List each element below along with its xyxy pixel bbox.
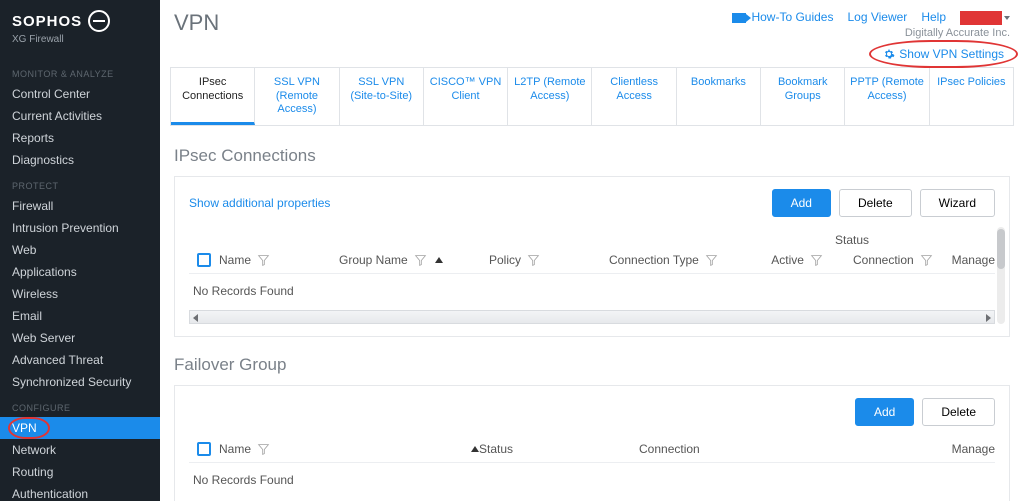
filter-icon[interactable] bbox=[705, 254, 718, 267]
horizontal-scrollbar[interactable] bbox=[189, 310, 995, 324]
vertical-scrollbar[interactable] bbox=[997, 227, 1005, 324]
ipsec-wizard-button[interactable]: Wizard bbox=[920, 189, 995, 217]
redacted-icon bbox=[960, 11, 1002, 25]
filter-icon[interactable] bbox=[257, 254, 270, 267]
failover-panel: Add Delete Name Status Connection Manage… bbox=[174, 385, 1010, 501]
col-status: Status bbox=[835, 233, 869, 247]
brand-sub: XG Firewall bbox=[12, 34, 148, 45]
nav-sync-security[interactable]: Synchronized Security bbox=[0, 371, 160, 393]
gear-icon bbox=[883, 48, 895, 60]
ipsec-grid: Name Group Name Policy Connection Type S… bbox=[189, 227, 995, 324]
nav-web-server[interactable]: Web Server bbox=[0, 327, 160, 349]
nav-ips[interactable]: Intrusion Prevention bbox=[0, 217, 160, 239]
brand-name: SOPHOS bbox=[12, 13, 82, 30]
nav-group-monitor: MONITOR & ANALYZE bbox=[0, 59, 160, 83]
failover-select-all-checkbox[interactable] bbox=[197, 442, 211, 456]
nav-reports[interactable]: Reports bbox=[0, 127, 160, 149]
col-status-connection[interactable]: Connection bbox=[853, 253, 914, 267]
section-failover-title: Failover Group bbox=[174, 355, 1010, 375]
nav-wireless[interactable]: Wireless bbox=[0, 283, 160, 305]
failover-empty: No Records Found bbox=[189, 463, 995, 497]
nav-applications[interactable]: Applications bbox=[0, 261, 160, 283]
nav-authentication[interactable]: Authentication bbox=[0, 483, 160, 501]
col-group[interactable]: Group Name bbox=[339, 253, 408, 267]
col-conn-type[interactable]: Connection Type bbox=[609, 253, 699, 267]
nav-group-protect: PROTECT bbox=[0, 171, 160, 195]
nav: MONITOR & ANALYZE Control Center Current… bbox=[0, 51, 160, 501]
nav-email[interactable]: Email bbox=[0, 305, 160, 327]
section-ipsec-title: IPsec Connections bbox=[174, 146, 1010, 166]
nav-group-configure: CONFIGURE bbox=[0, 393, 160, 417]
nav-vpn[interactable]: VPN bbox=[0, 417, 160, 439]
col-policy[interactable]: Policy bbox=[489, 253, 521, 267]
filter-icon[interactable] bbox=[527, 254, 540, 267]
tab-cisco-vpn[interactable]: CISCO™ VPN Client bbox=[424, 68, 508, 125]
nav-network[interactable]: Network bbox=[0, 439, 160, 461]
nav-current-activities[interactable]: Current Activities bbox=[0, 105, 160, 127]
nav-diagnostics[interactable]: Diagnostics bbox=[0, 149, 160, 171]
filter-icon[interactable] bbox=[257, 443, 270, 456]
col-manage[interactable]: Manage bbox=[952, 253, 995, 267]
col-name[interactable]: Name bbox=[219, 253, 251, 267]
camera-icon bbox=[732, 13, 746, 23]
show-additional-properties-link[interactable]: Show additional properties bbox=[189, 196, 330, 210]
main: VPN How-To Guides Log Viewer Help Digita… bbox=[160, 0, 1024, 501]
tab-ipsec-connections[interactable]: IPsec Connections bbox=[171, 68, 255, 125]
failover-delete-button[interactable]: Delete bbox=[922, 398, 995, 426]
chevron-down-icon bbox=[1004, 16, 1010, 20]
help-link[interactable]: Help bbox=[921, 10, 946, 24]
brand-block: SOPHOS XG Firewall bbox=[0, 0, 160, 51]
ipsec-panel: Show additional properties Add Delete Wi… bbox=[174, 176, 1010, 337]
tab-l2tp[interactable]: L2TP (Remote Access) bbox=[508, 68, 592, 125]
tab-ipsec-policies[interactable]: IPsec Policies bbox=[930, 68, 1013, 125]
howto-link[interactable]: How-To Guides bbox=[732, 10, 833, 24]
sort-asc-icon[interactable] bbox=[435, 257, 443, 263]
brand-logo-icon bbox=[88, 10, 110, 32]
nav-firewall[interactable]: Firewall bbox=[0, 195, 160, 217]
show-vpn-settings-link[interactable]: Show VPN Settings bbox=[877, 45, 1010, 63]
account-menu[interactable] bbox=[960, 10, 1010, 25]
top-links: How-To Guides Log Viewer Help Digitally … bbox=[732, 10, 1010, 39]
select-all-checkbox[interactable] bbox=[197, 253, 211, 267]
fo-col-manage[interactable]: Manage bbox=[952, 442, 995, 456]
log-viewer-link[interactable]: Log Viewer bbox=[847, 10, 907, 24]
tab-bookmark-groups[interactable]: Bookmark Groups bbox=[761, 68, 845, 125]
ipsec-add-button[interactable]: Add bbox=[772, 189, 831, 217]
sort-asc-icon[interactable] bbox=[471, 446, 479, 452]
nav-routing[interactable]: Routing bbox=[0, 461, 160, 483]
nav-web[interactable]: Web bbox=[0, 239, 160, 261]
filter-icon[interactable] bbox=[414, 254, 427, 267]
company-label: Digitally Accurate Inc. bbox=[905, 27, 1010, 39]
tab-pptp[interactable]: PPTP (Remote Access) bbox=[845, 68, 929, 125]
tab-bookmarks[interactable]: Bookmarks bbox=[677, 68, 761, 125]
filter-icon[interactable] bbox=[810, 254, 823, 267]
fo-col-status[interactable]: Status bbox=[479, 442, 513, 456]
fo-col-name[interactable]: Name bbox=[219, 442, 251, 456]
tab-bar: IPsec Connections SSL VPN (Remote Access… bbox=[170, 67, 1014, 126]
tab-sslvpn-site[interactable]: SSL VPN (Site-to-Site) bbox=[340, 68, 424, 125]
nav-control-center[interactable]: Control Center bbox=[0, 83, 160, 105]
page-title: VPN bbox=[174, 10, 219, 36]
ipsec-delete-button[interactable]: Delete bbox=[839, 189, 912, 217]
filter-icon[interactable] bbox=[920, 254, 933, 267]
sidebar: SOPHOS XG Firewall MONITOR & ANALYZE Con… bbox=[0, 0, 160, 501]
failover-add-button[interactable]: Add bbox=[855, 398, 914, 426]
tab-sslvpn-remote[interactable]: SSL VPN (Remote Access) bbox=[255, 68, 339, 125]
tab-clientless[interactable]: Clientless Access bbox=[592, 68, 676, 125]
col-status-active[interactable]: Active bbox=[771, 253, 804, 267]
nav-adv-threat[interactable]: Advanced Threat bbox=[0, 349, 160, 371]
fo-col-connection[interactable]: Connection bbox=[639, 442, 700, 456]
ipsec-empty: No Records Found bbox=[189, 274, 995, 308]
